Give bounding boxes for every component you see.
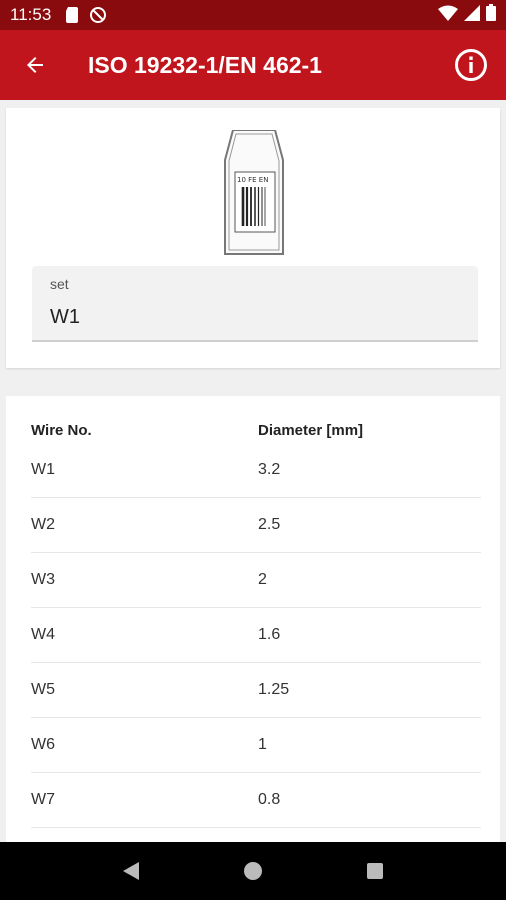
info-icon [455, 49, 487, 81]
set-value: W1 [50, 306, 80, 328]
wire-cell: W4 [31, 626, 55, 643]
page-title: ISO 19232-1/EN 462-1 [88, 51, 322, 78]
triangle-back-icon [123, 862, 139, 880]
signal-icon [464, 4, 480, 26]
table-row: W4 1.6 [31, 608, 481, 663]
iqi-image: 10 FE EN [221, 129, 287, 263]
diameter-cell: 1.25 [258, 681, 290, 698]
svg-text:10 FE EN: 10 FE EN [237, 176, 268, 184]
diameter-cell: 3.2 [258, 461, 281, 478]
wifi-icon [438, 5, 458, 26]
sd-card-icon [65, 7, 79, 23]
table-row: W2 2.5 [31, 498, 481, 553]
nav-recents-button[interactable] [355, 851, 395, 891]
arrow-left-icon [27, 57, 43, 73]
status-time: 11:53 [10, 5, 52, 24]
wire-cell: W6 [31, 736, 55, 753]
wire-cell: W3 [31, 571, 55, 588]
circle-home-icon [244, 862, 262, 880]
nav-back-button[interactable] [111, 851, 151, 891]
info-button[interactable] [436, 30, 506, 100]
diameter-cell: 1 [258, 736, 267, 753]
table-row: W7 0.8 [31, 773, 481, 828]
back-button[interactable] [0, 30, 70, 100]
wire-table: Wire No. Diameter [mm] W1 3.2 W2 2.5 W3 … [6, 396, 500, 856]
set-dropdown[interactable]: set W1 [32, 266, 478, 342]
diameter-cell: 0.8 [258, 791, 281, 808]
wire-cell: W2 [31, 516, 55, 533]
table-row: W3 2 [31, 553, 481, 608]
status-bar: 11:53 [0, 0, 506, 30]
selection-card: 10 FE EN set W1 [6, 108, 500, 368]
diameter-cell: 1.6 [258, 626, 281, 643]
app-bar: ISO 19232-1/EN 462-1 [0, 30, 506, 100]
battery-icon [486, 4, 496, 26]
table-row: W5 1.25 [31, 663, 481, 718]
diameter-cell: 2 [258, 571, 267, 588]
square-recents-icon [367, 863, 383, 879]
data-saver-icon [89, 6, 107, 24]
navigation-bar [0, 842, 506, 900]
nav-home-button[interactable] [233, 851, 273, 891]
table-row: W1 3.2 [31, 443, 481, 498]
wire-cell: W5 [31, 681, 55, 698]
diameter-cell: 2.5 [258, 516, 281, 533]
set-label: set [50, 276, 69, 292]
table-row: W6 1 [31, 718, 481, 773]
wire-cell: W1 [31, 461, 55, 478]
wire-cell: W7 [31, 791, 55, 808]
